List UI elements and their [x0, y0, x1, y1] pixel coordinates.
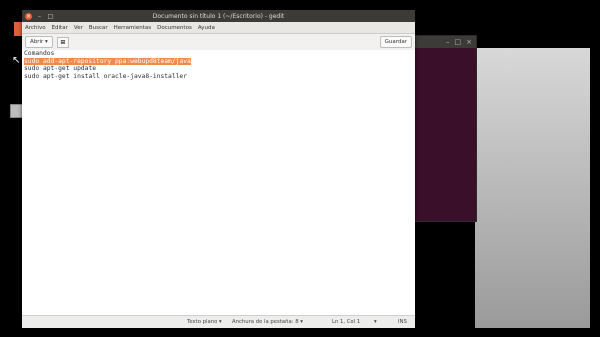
close-icon[interactable]: ×	[466, 38, 472, 46]
cursor-position-arrow[interactable]: ▾	[374, 319, 377, 325]
new-tab-icon[interactable]: ⊞	[56, 36, 69, 48]
window-titlebar[interactable]: × – □ Documento sin título 1 (~/Escritor…	[22, 10, 415, 22]
editor-line[interactable]: sudo apt-get install oracle-java8-instal…	[24, 73, 413, 81]
desktop: – □ × × – □ Documento sin título 1 (~/Es…	[0, 0, 600, 337]
window-title: Documento sin título 1 (~/Escritorio) - …	[152, 12, 285, 20]
save-button[interactable]: Guardar	[379, 36, 412, 48]
editor-line-selected[interactable]: sudo add-apt-repository ppa:webupd8team/…	[24, 57, 413, 66]
menu-editar[interactable]: Editar	[52, 25, 68, 31]
toolbar: Abrir ▾ ⊞ Guardar	[22, 34, 415, 51]
menu-buscar[interactable]: Buscar	[89, 25, 108, 31]
maximize-icon[interactable]: □	[455, 38, 462, 46]
editor-line[interactable]: sudo apt-get update	[24, 65, 413, 73]
insert-mode: INS	[398, 319, 407, 325]
cursor-position: Ln 1, Col 1	[332, 319, 361, 325]
open-button[interactable]: Abrir ▾	[25, 36, 53, 48]
tab-width-selector[interactable]: Anchura de la pestaña: 8 ▾	[232, 319, 303, 325]
menu-archivo[interactable]: Archivo	[25, 25, 46, 31]
gedit-window[interactable]: × – □ Documento sin título 1 (~/Escritor…	[22, 10, 415, 328]
background-panel	[475, 48, 590, 328]
language-selector[interactable]: Texto plano ▾	[187, 319, 222, 325]
menu-ayuda[interactable]: Ayuda	[198, 25, 215, 31]
editor-line[interactable]: Comandos	[24, 50, 413, 58]
menu-documentos[interactable]: Documentos	[157, 25, 192, 31]
menu-herramientas[interactable]: Herramientas	[114, 25, 151, 31]
menu-ver[interactable]: Ver	[74, 25, 83, 31]
text-editor[interactable]: Comandos sudo add-apt-repository ppa:web…	[22, 50, 415, 316]
statusbar: Texto plano ▾ Anchura de la pestaña: 8 ▾…	[22, 315, 415, 328]
menubar: Archivo Editar Ver Buscar Herramientas D…	[22, 22, 415, 34]
mouse-cursor-icon: ↖	[12, 55, 21, 66]
minimize-icon[interactable]: –	[446, 38, 450, 46]
selected-text[interactable]: sudo add-apt-repository ppa:webupd8team/…	[24, 57, 191, 65]
